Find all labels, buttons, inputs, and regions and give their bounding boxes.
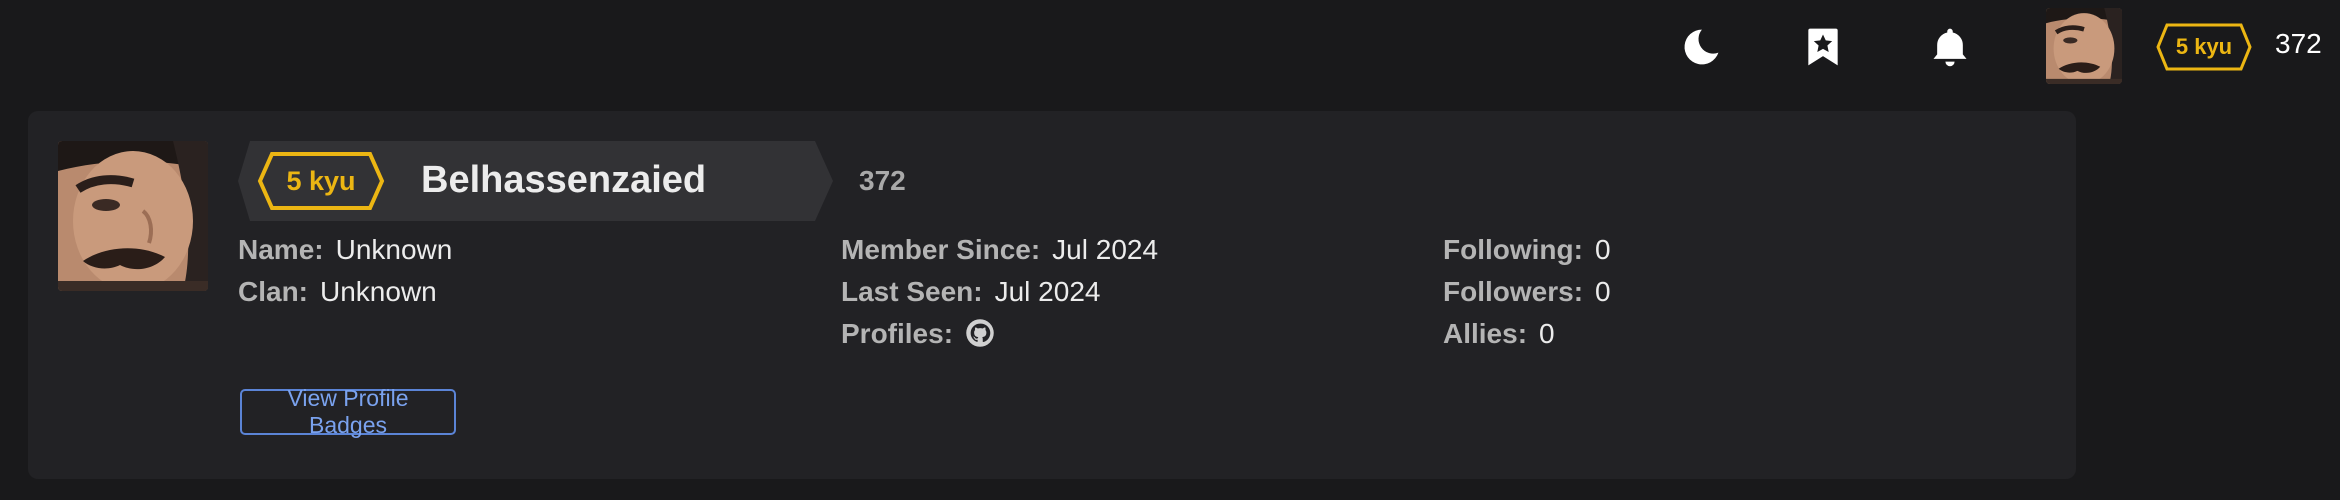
info-row-profiles: Profiles: [841,313,1158,355]
info-label: Followers: [1443,276,1584,307]
rank-badge: 5 kyu [256,151,386,211]
user-avatar[interactable] [2046,8,2122,84]
info-row-last-seen: Last Seen: Jul 2024 [841,271,1158,313]
info-row-name: Name: Unknown [238,229,452,271]
info-value: Unknown [335,234,453,265]
info-column-activity: Member Since: Jul 2024 Last Seen: Jul 2024… [841,229,1158,355]
info-column-social: Following: 0 Followers: 0 Allies: 0 [1443,229,1611,355]
bookmark-star-icon [1808,28,1838,66]
top-honor-score: 372 [2275,28,2322,59]
username: Belhassenzaied [421,159,707,201]
profile-avatar [58,141,208,291]
rank-username-banner: 5 kyu Belhassenzaied [238,141,858,221]
top-rank-badge[interactable]: 5 kyu [2155,22,2253,72]
info-label: Profiles: [841,318,954,349]
notifications-button[interactable] [1927,24,1973,70]
view-profile-badges-button[interactable]: View Profile Badges [240,385,456,438]
info-value: 0 [1539,318,1555,349]
info-row-followers: Followers: 0 [1443,271,1611,313]
info-label: Name: [238,234,324,265]
info-value: 0 [1594,234,1611,265]
info-column-personal: Name: Unknown Clan: Unknown [238,229,452,313]
info-row-clan: Clan: Unknown [238,271,452,313]
info-row-allies: Allies: 0 [1443,313,1611,355]
info-value: 0 [1595,276,1611,307]
top-rank-label: 5 kyu [2175,34,2233,59]
info-value: Unknown [320,276,437,307]
bookmarks-button[interactable] [1800,24,1846,70]
info-label: Member Since: [841,234,1041,265]
info-value: Jul 2024 [994,276,1101,307]
avatar-image [2046,8,2122,84]
github-icon[interactable] [965,318,995,348]
avatar-image [58,141,208,291]
info-label: Allies: [1443,318,1528,349]
info-label: Following: [1443,234,1583,265]
rank-label: 5 kyu [286,165,356,196]
info-label: Clan: [238,276,308,307]
moon-icon [1684,29,1719,65]
dark-mode-toggle[interactable] [1678,24,1724,70]
honor-score: 372 [859,165,906,196]
info-label: Last Seen: [841,276,983,307]
info-row-member-since: Member Since: Jul 2024 [841,229,1158,271]
info-value: Jul 2024 [1052,234,1159,265]
bell-icon [1933,28,1967,67]
top-navigation-bar: 5 kyu 372 [0,0,2340,92]
profile-card: 5 kyu Belhassenzaied 372 Name: Unknown Cl… [28,111,2076,479]
info-row-following: Following: 0 [1443,229,1611,271]
